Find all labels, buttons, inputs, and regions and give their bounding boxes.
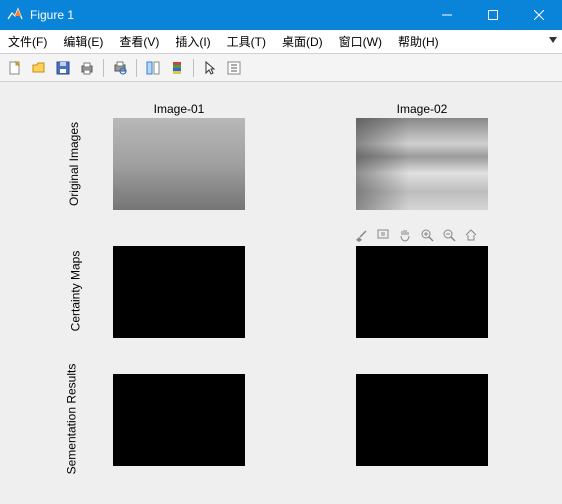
insert-icon[interactable] bbox=[223, 57, 245, 79]
home-icon[interactable] bbox=[462, 226, 480, 244]
axes-segmentation-1[interactable] bbox=[113, 374, 245, 466]
save-icon[interactable] bbox=[52, 57, 74, 79]
menu-overflow-icon[interactable] bbox=[548, 34, 558, 48]
title-bar: Figure 1 bbox=[0, 0, 562, 30]
zoom-out-icon[interactable] bbox=[440, 226, 458, 244]
menu-file[interactable]: 文件(F) bbox=[0, 30, 55, 53]
close-button[interactable] bbox=[516, 0, 562, 30]
menu-bar: 文件(F) 编辑(E) 查看(V) 插入(I) 工具(T) 桌面(D) 窗口(W… bbox=[0, 30, 562, 54]
colorbar-icon[interactable] bbox=[166, 57, 188, 79]
link-icon[interactable] bbox=[142, 57, 164, 79]
zoom-in-icon[interactable] bbox=[418, 226, 436, 244]
window-title: Figure 1 bbox=[30, 8, 424, 22]
axes-original-2[interactable] bbox=[356, 118, 488, 210]
matlab-logo-icon bbox=[6, 6, 24, 24]
datatip-icon[interactable] bbox=[374, 226, 392, 244]
menu-edit[interactable]: 编辑(E) bbox=[55, 30, 111, 53]
axes-segmentation-2[interactable] bbox=[356, 374, 488, 466]
toolbar-separator bbox=[193, 59, 194, 77]
open-icon[interactable] bbox=[28, 57, 50, 79]
menu-view[interactable]: 查看(V) bbox=[111, 30, 167, 53]
maximize-button[interactable] bbox=[470, 0, 516, 30]
row-label-3: Sementation Results bbox=[64, 364, 78, 475]
window-controls bbox=[424, 0, 562, 30]
axes-certainty-1[interactable] bbox=[113, 246, 245, 338]
pan-icon[interactable] bbox=[396, 226, 414, 244]
brush-icon[interactable] bbox=[352, 226, 370, 244]
menu-tools[interactable]: 工具(T) bbox=[219, 30, 274, 53]
toolbar bbox=[0, 54, 562, 82]
row-label-1: Original Images bbox=[67, 122, 81, 206]
column-title-1: Image-01 bbox=[113, 102, 245, 116]
column-title-2: Image-02 bbox=[356, 102, 488, 116]
axes-certainty-2[interactable] bbox=[356, 246, 488, 338]
menu-desktop[interactable]: 桌面(D) bbox=[274, 30, 331, 53]
minimize-button[interactable] bbox=[424, 0, 470, 30]
pointer-icon[interactable] bbox=[199, 57, 221, 79]
menu-insert[interactable]: 插入(I) bbox=[167, 30, 218, 53]
print-preview-icon[interactable] bbox=[109, 57, 131, 79]
toolbar-separator bbox=[103, 59, 104, 77]
menu-help[interactable]: 帮助(H) bbox=[390, 30, 447, 53]
axes-original-1[interactable] bbox=[113, 118, 245, 210]
menu-window[interactable]: 窗口(W) bbox=[331, 30, 390, 53]
new-file-icon[interactable] bbox=[4, 57, 26, 79]
row-label-2: Certainty Maps bbox=[68, 251, 82, 332]
toolbar-separator bbox=[136, 59, 137, 77]
axes-toolbar bbox=[352, 226, 480, 244]
figure-canvas: Image-01 Image-02 Original Images Certai… bbox=[0, 82, 562, 504]
print-icon[interactable] bbox=[76, 57, 98, 79]
